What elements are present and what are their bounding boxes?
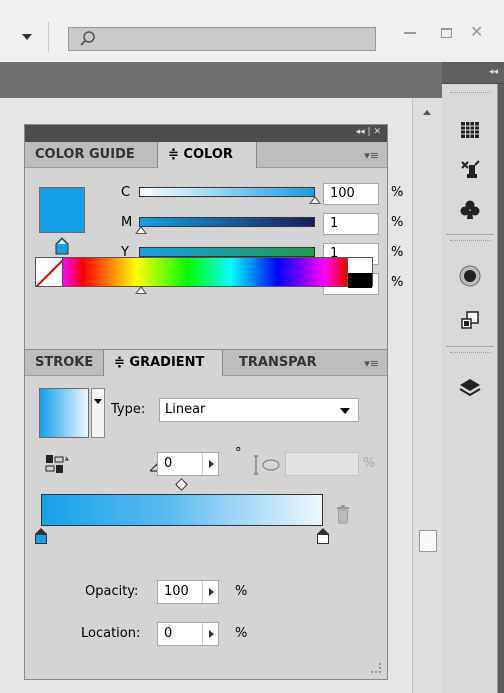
location-value: 0 [164, 626, 173, 641]
slider-label: C [121, 185, 131, 200]
location-label: Location: [81, 626, 141, 641]
yellow-unit: % [391, 245, 404, 260]
magenta-slider-thumb[interactable] [134, 226, 147, 234]
gradient-type-value: Linear [165, 402, 206, 417]
panel-menu-icon[interactable]: ▾≡ [364, 149, 379, 162]
minimize-icon[interactable] [404, 32, 416, 34]
dock-divider [446, 234, 494, 235]
right-dock: ◂◂ [442, 62, 504, 693]
top-bar: ✕ [0, 0, 504, 62]
cyan-slider-track[interactable] [139, 187, 315, 197]
color-panel-tabs: COLOR GUIDE ≑ COLOR ▾≡ [25, 142, 387, 168]
yellow-slider-track[interactable] [139, 247, 315, 257]
divider [48, 22, 49, 52]
tab-color-guide[interactable]: COLOR GUIDE [25, 142, 155, 168]
magenta-slider-track[interactable] [139, 217, 315, 227]
aspect-ratio-field[interactable] [285, 452, 359, 476]
close-window-icon[interactable]: ✕ [470, 22, 483, 42]
resize-grip[interactable] [371, 663, 381, 673]
color-panel: ◂◂ | ✕ COLOR GUIDE ≑ COLOR ▾≡ C 100 % M … [24, 124, 403, 350]
gradient-stop-end[interactable] [316, 528, 330, 544]
search-icon [80, 31, 95, 46]
trash-icon[interactable] [335, 504, 351, 524]
angle-field[interactable]: 0 [157, 452, 219, 476]
gradient-type-select[interactable]: Linear [159, 398, 359, 422]
cyan-value-field[interactable]: 100 [323, 183, 379, 205]
scroll-up-icon[interactable] [423, 110, 431, 115]
tab-transparency[interactable]: TRANSPAR [229, 350, 333, 376]
black-unit: % [391, 275, 404, 290]
tab-stroke[interactable]: STROKE [25, 350, 103, 376]
gradient-midpoint[interactable] [175, 478, 188, 491]
black-white-swatch[interactable] [347, 257, 373, 288]
gradient-slider-bar[interactable] [41, 494, 323, 526]
opacity-unit: % [235, 584, 248, 599]
opacity-value: 100 [164, 584, 189, 599]
dock-divider [446, 346, 494, 347]
dock-icon-column [442, 84, 498, 693]
chevron-down-icon [340, 408, 350, 414]
cyan-slider-thumb[interactable] [309, 196, 321, 204]
gradient-swatch-dropdown[interactable] [91, 388, 105, 438]
color-panel-titlebar[interactable]: ◂◂ | ✕ [25, 125, 387, 142]
location-unit: % [235, 626, 248, 641]
dock-header: ◂◂ [442, 62, 504, 84]
panel-menu-icon[interactable]: ▾≡ [364, 357, 379, 370]
gradient-panel-tabs: STROKE ≑ GRADIENT TRANSPAR ▾≡ [25, 350, 387, 376]
location-stepper[interactable] [202, 623, 218, 645]
gradient-swatch[interactable] [39, 388, 89, 438]
workspace-dropdown-icon[interactable] [22, 34, 32, 40]
fill-color-swatch[interactable] [39, 187, 85, 233]
out-of-gamut-icon[interactable] [55, 237, 69, 255]
black-slider-thumb[interactable] [134, 286, 147, 294]
type-label: Type: [111, 402, 146, 417]
dock-grip[interactable] [450, 92, 490, 95]
search-field[interactable] [68, 27, 376, 51]
tab-gradient[interactable]: ≑ GRADIENT [103, 350, 223, 376]
gradient-stop-start[interactable] [34, 528, 48, 544]
scroll-thumb[interactable] [419, 530, 437, 552]
none-color-icon[interactable] [35, 257, 63, 287]
color-spectrum-bar[interactable] [35, 257, 373, 287]
dock-collapse-icon[interactable]: ◂◂ [489, 67, 498, 77]
location-field[interactable]: 0 [157, 622, 219, 646]
circle-appearance-icon[interactable] [456, 262, 484, 290]
opacity-field[interactable]: 100 [157, 580, 219, 604]
align-icon[interactable] [456, 306, 484, 334]
swatch-grid-icon[interactable] [456, 116, 484, 144]
aspect-ratio-icon [254, 455, 280, 475]
magenta-unit: % [391, 215, 404, 230]
panel-area-header [0, 62, 442, 98]
vertical-scrollbar[interactable] [412, 98, 442, 693]
reverse-gradient-icon[interactable] [45, 454, 69, 476]
magenta-value-field[interactable]: 1 [323, 213, 379, 235]
slider-label: M [121, 215, 133, 230]
degree-symbol: ° [235, 446, 242, 461]
brush-icon[interactable] [456, 156, 484, 184]
dock-grip[interactable] [450, 240, 490, 243]
club-symbol-icon[interactable] [456, 196, 484, 224]
panel-controls[interactable]: ◂◂ | ✕ [356, 127, 381, 137]
opacity-label: Opacity: [85, 584, 139, 599]
gradient-panel: STROKE ≑ GRADIENT TRANSPAR ▾≡ Type: Line… [24, 350, 388, 680]
opacity-stepper[interactable] [202, 581, 218, 603]
maximize-icon[interactable] [441, 28, 452, 38]
dock-grip[interactable] [450, 352, 490, 355]
layers-icon[interactable] [456, 374, 484, 402]
aspect-unit: % [363, 456, 376, 471]
cyan-unit: % [391, 185, 404, 200]
tab-color[interactable]: ≑ COLOR [157, 142, 257, 168]
angle-stepper[interactable] [202, 453, 218, 475]
angle-value: 0 [164, 456, 173, 471]
